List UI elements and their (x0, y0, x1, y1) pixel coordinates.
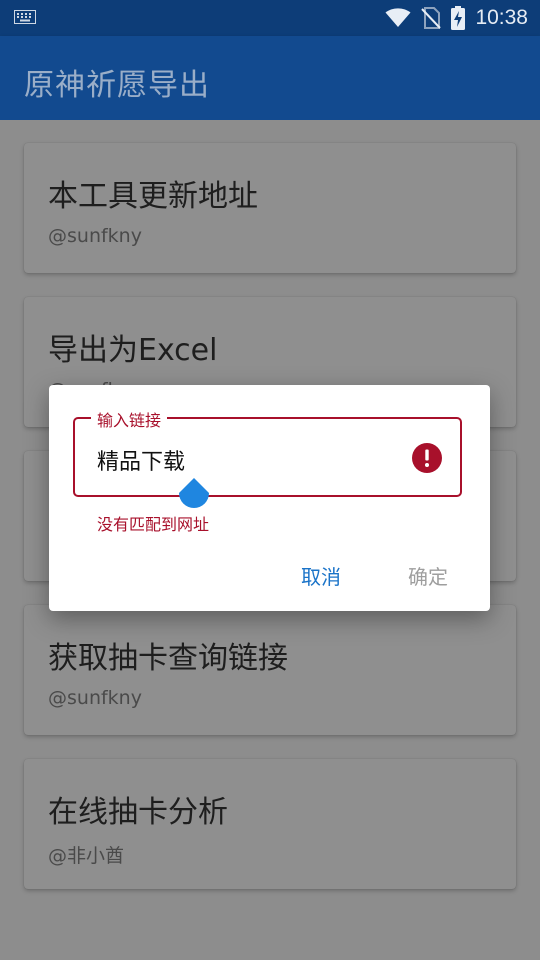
link-input-field[interactable]: 输入链接 (73, 407, 462, 497)
card-subtitle: @非小酋 (48, 845, 125, 867)
battery-charging-icon (451, 6, 466, 30)
cancel-button[interactable]: 取消 (301, 561, 341, 590)
card-title: 导出为Excel (48, 333, 218, 368)
input-link-dialog: 输入链接 没有匹配到网址 取消 确定 (49, 385, 490, 611)
app-title: 原神祈愿导出 (24, 68, 210, 103)
status-time: 10:38 (475, 6, 528, 29)
status-bar: 10:38 (0, 0, 540, 36)
card-get-gacha-link[interactable]: 获取抽卡查询链接 @sunfkny (24, 605, 516, 735)
error-message: 没有匹配到网址 (97, 515, 210, 534)
error-icon (412, 443, 442, 473)
card-online-analysis[interactable]: 在线抽卡分析 @非小酋 (24, 759, 516, 889)
link-input-label: 输入链接 (91, 407, 168, 431)
card-title: 在线抽卡分析 (48, 795, 228, 830)
card-update-url[interactable]: 本工具更新地址 @sunfkny (24, 143, 516, 273)
confirm-button[interactable]: 确定 (408, 561, 448, 590)
no-sim-icon (421, 7, 442, 29)
text-cursor-handle-icon[interactable] (178, 478, 210, 512)
link-input[interactable] (97, 447, 397, 472)
app-bar: 原神祈愿导出 (0, 36, 540, 120)
keyboard-icon (14, 10, 36, 24)
wifi-icon (385, 8, 411, 27)
card-title: 获取抽卡查询链接 (48, 641, 288, 676)
card-title: 本工具更新地址 (48, 179, 258, 214)
card-subtitle: @sunfkny (48, 225, 142, 247)
card-subtitle: @sunfkny (48, 687, 142, 709)
